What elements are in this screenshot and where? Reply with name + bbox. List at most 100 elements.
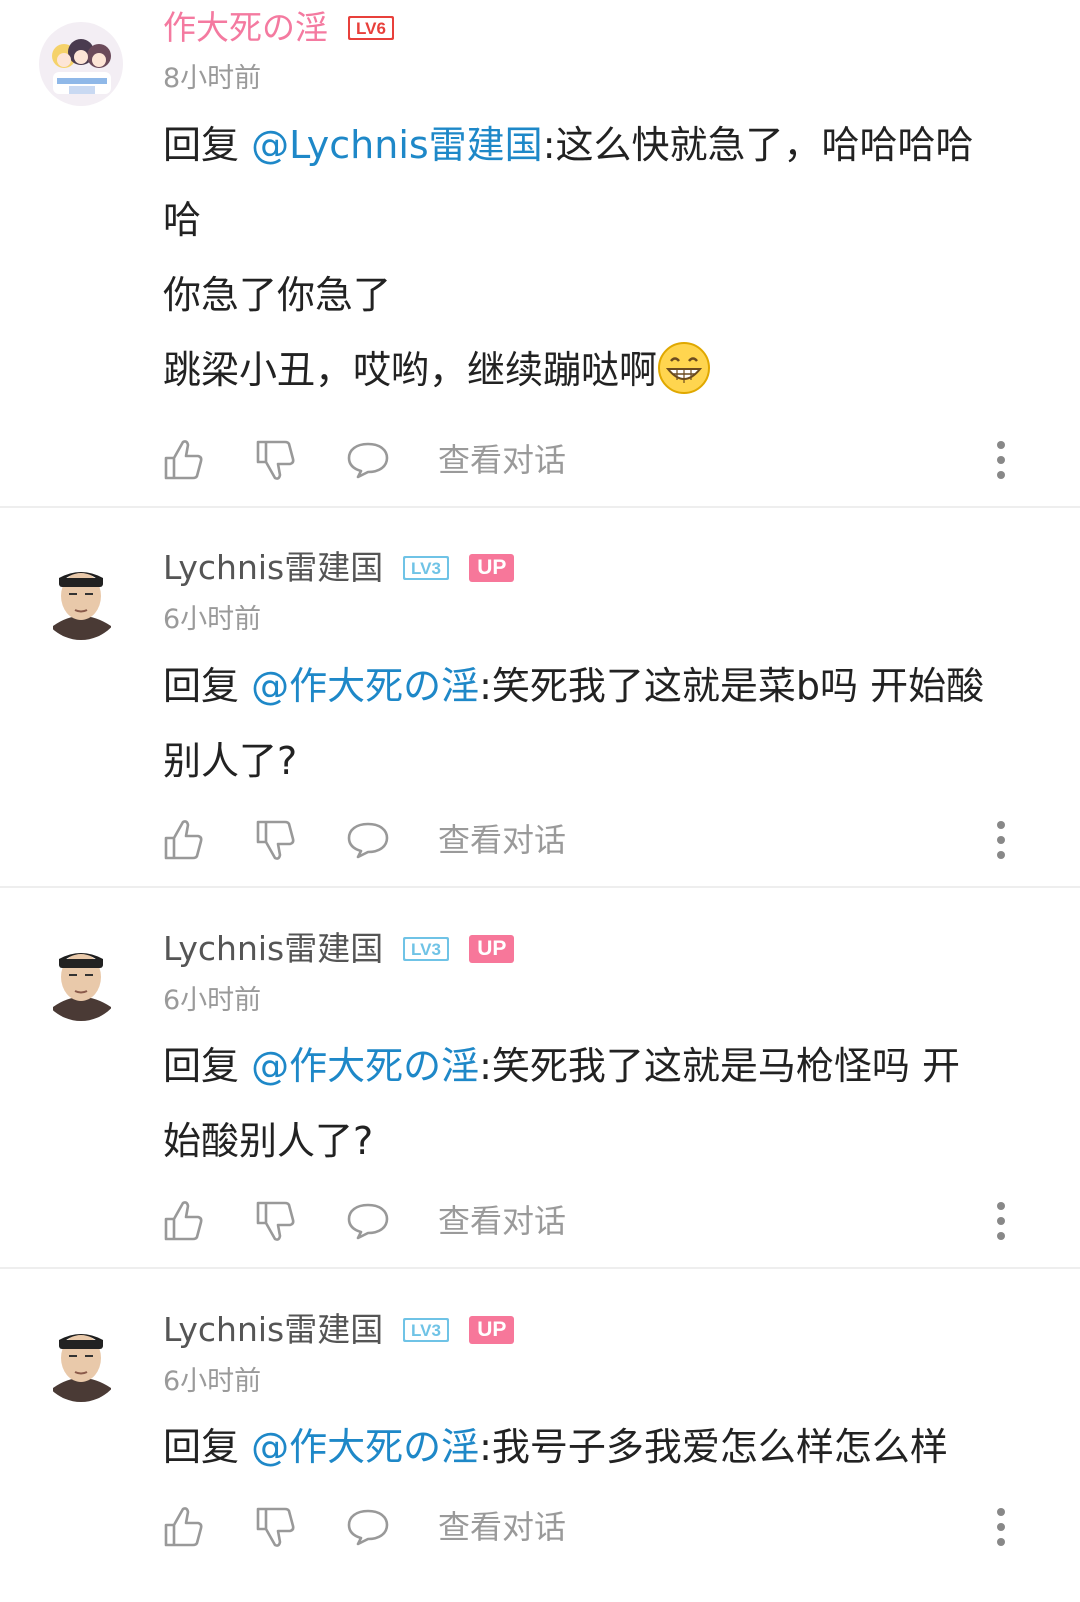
- comment-text: :笑死我了这就是菜b吗 开始酸: [479, 664, 985, 708]
- thumbs-up-icon: [164, 820, 203, 860]
- more-options-button[interactable]: [991, 1196, 1011, 1246]
- timestamp: 8小时前: [163, 63, 262, 94]
- comment-text: :笑死我了这就是马枪怪吗 开: [479, 1044, 960, 1088]
- more-options-button[interactable]: [991, 435, 1011, 485]
- speech-bubble-icon: [347, 1509, 389, 1546]
- comment-divider: [0, 506, 1080, 508]
- character-avatar-image: [39, 937, 123, 1021]
- comment-body: 回复 @作大死の淫:笑死我了这就是马枪怪吗 开 始酸别人了?: [163, 1029, 1033, 1179]
- comment-actions: 查看对话: [163, 815, 1023, 865]
- comment-line: 回复 @作大死の淫:笑死我了这就是菜b吗 开始酸: [163, 649, 1033, 724]
- dislike-button[interactable]: [255, 435, 297, 485]
- like-button[interactable]: [163, 435, 205, 485]
- timestamp: 6小时前: [163, 985, 262, 1016]
- reply-prefix: 回复: [163, 123, 252, 167]
- user-avatar[interactable]: [39, 556, 123, 640]
- speech-bubble-icon: [347, 442, 389, 479]
- reply-button[interactable]: [346, 1502, 390, 1552]
- character-avatar-image: [39, 556, 123, 640]
- like-button[interactable]: [163, 1502, 205, 1552]
- level-badge: LV3: [403, 556, 450, 580]
- comment-line: 哈: [163, 198, 202, 242]
- up-badge: UP: [469, 554, 515, 582]
- comment-text: 跳梁小丑，哎哟，继续蹦哒啊: [163, 348, 658, 392]
- view-conversation-link[interactable]: 查看对话: [438, 815, 566, 865]
- thumbs-up-icon: [164, 1507, 203, 1547]
- comment-actions: 查看对话: [163, 1502, 1023, 1552]
- comment-line: 跳梁小丑，哎哟，继续蹦哒啊: [163, 333, 1033, 408]
- level-3-icon: LV3: [403, 556, 450, 580]
- up-badge: UP: [469, 935, 515, 963]
- level-text: LV6: [356, 19, 386, 38]
- level-text: LV3: [411, 559, 441, 578]
- reply-prefix: 回复: [163, 664, 252, 708]
- thumbs-up-icon: [164, 440, 203, 480]
- comment-line: 你急了你急了: [163, 273, 392, 317]
- username[interactable]: Lychnis雷建国: [163, 927, 383, 971]
- thumbs-down-icon: [256, 820, 295, 860]
- grinning-face-emoji-icon: [658, 342, 711, 394]
- level-text: LV3: [411, 940, 441, 959]
- thumbs-up-icon: [164, 1201, 203, 1241]
- comment-line: 始酸别人了?: [163, 1119, 374, 1163]
- reply-button[interactable]: [346, 435, 390, 485]
- timestamp: 6小时前: [163, 1366, 262, 1397]
- username[interactable]: Lychnis雷建国: [163, 546, 383, 590]
- timestamp: 6小时前: [163, 604, 262, 635]
- level-badge: LV6: [348, 16, 394, 40]
- speech-bubble-icon: [347, 822, 389, 859]
- view-conversation-link[interactable]: 查看对话: [438, 1196, 566, 1246]
- comment-text: :我号子多我爱怎么样怎么样: [479, 1425, 948, 1469]
- comment-body: 回复 @作大死の淫:我号子多我爱怎么样怎么样: [163, 1410, 1033, 1485]
- more-options-button[interactable]: [991, 1502, 1011, 1552]
- like-button[interactable]: [163, 815, 205, 865]
- reply-button[interactable]: [346, 815, 390, 865]
- like-button[interactable]: [163, 1196, 205, 1246]
- mention-link[interactable]: @作大死の淫: [251, 664, 479, 708]
- comment-divider: [0, 1267, 1080, 1269]
- user-avatar[interactable]: [39, 937, 123, 1021]
- more-options-button[interactable]: [991, 815, 1011, 865]
- up-badge: UP: [469, 1316, 515, 1344]
- reply-button[interactable]: [346, 1196, 390, 1246]
- mention-link[interactable]: @Lychnis雷建国: [251, 123, 543, 167]
- comment-header: Lychnis雷建国 LV3 UP: [163, 927, 515, 971]
- dislike-button[interactable]: [255, 1196, 297, 1246]
- comment-line: 回复 @作大死の淫:我号子多我爱怎么样怎么样: [163, 1410, 1033, 1485]
- vertical-dots-icon: [997, 1508, 1005, 1546]
- user-avatar[interactable]: [39, 1318, 123, 1402]
- level-badge: LV3: [403, 937, 450, 961]
- comment-line: 别人了?: [163, 739, 298, 783]
- thumbs-down-icon: [256, 1507, 295, 1547]
- comment-header: 作大死の淫 LV6: [163, 6, 394, 50]
- username[interactable]: 作大死の淫: [163, 6, 328, 50]
- thumbs-down-icon: [256, 1201, 295, 1241]
- comment-actions: 查看对话: [163, 435, 1023, 485]
- comment-body: 回复 @作大死の淫:笑死我了这就是菜b吗 开始酸 别人了?: [163, 649, 1033, 799]
- level-6-icon: LV6: [348, 16, 394, 40]
- user-avatar[interactable]: [39, 22, 123, 106]
- reply-prefix: 回复: [163, 1044, 252, 1088]
- level-badge: LV3: [403, 1318, 450, 1342]
- comment-body: 回复 @Lychnis雷建国:这么快就急了，哈哈哈哈 哈 你急了你急了 跳梁小丑…: [163, 108, 1033, 408]
- comment-header: Lychnis雷建国 LV3 UP: [163, 1308, 515, 1352]
- anime-avatar-image: [39, 22, 123, 106]
- comment-line: 回复 @Lychnis雷建国:这么快就急了，哈哈哈哈: [163, 108, 1033, 183]
- dislike-button[interactable]: [255, 815, 297, 865]
- username[interactable]: Lychnis雷建国: [163, 1308, 383, 1352]
- vertical-dots-icon: [997, 441, 1005, 479]
- view-conversation-link[interactable]: 查看对话: [438, 1502, 566, 1552]
- thumbs-down-icon: [256, 440, 295, 480]
- vertical-dots-icon: [997, 821, 1005, 859]
- mention-link[interactable]: @作大死の淫: [251, 1044, 479, 1088]
- vertical-dots-icon: [997, 1202, 1005, 1240]
- comment-actions: 查看对话: [163, 1196, 1023, 1246]
- dislike-button[interactable]: [255, 1502, 297, 1552]
- mention-link[interactable]: @作大死の淫: [251, 1425, 479, 1469]
- view-conversation-link[interactable]: 查看对话: [438, 435, 566, 485]
- comment-line: 回复 @作大死の淫:笑死我了这就是马枪怪吗 开: [163, 1029, 1033, 1104]
- comment-text: :这么快就急了，哈哈哈哈: [542, 123, 974, 167]
- level-3-icon: LV3: [403, 1318, 450, 1342]
- speech-bubble-icon: [347, 1203, 389, 1240]
- level-text: LV3: [411, 1321, 441, 1340]
